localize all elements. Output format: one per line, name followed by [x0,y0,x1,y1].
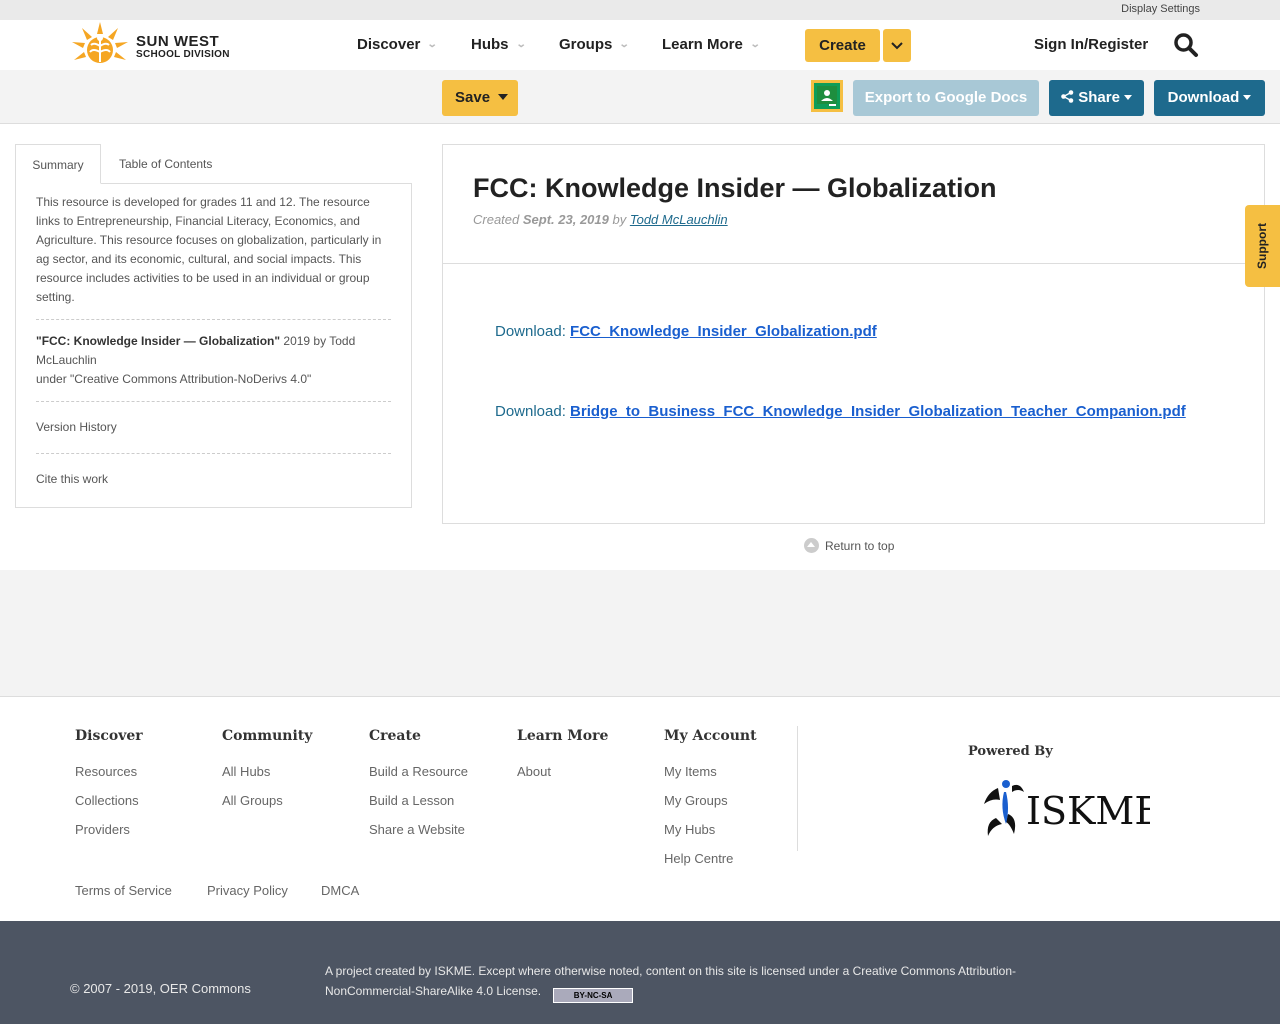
resource-summary: This resource is developed for grades 11… [36,195,382,304]
cite-this-work-link[interactable]: Cite this work [36,466,391,493]
resource-meta: Created Sept. 23, 2019 by Todd McLauchli… [473,212,728,227]
nav-groups[interactable]: Groups ⌄ [559,36,630,53]
license-notice: A project created by ISKME. Except where… [325,961,1065,1003]
resource-content: FCC: Knowledge Insider — Globalization C… [442,144,1265,524]
create-dropdown-button[interactable] [883,29,911,62]
footer-column-create: Create Build a Resource Build a Lesson S… [369,728,468,844]
download-file-link[interactable]: FCC_Knowledge_Insider_Globalization.pdf [570,323,877,340]
attribution: "FCC: Knowledge Insider — Globalization"… [36,332,391,389]
chevron-down-icon: ⌄ [515,39,527,50]
attribution-title: "FCC: Knowledge Insider — Globalization" [36,334,281,348]
share-button[interactable]: Share [1049,80,1144,116]
footer-link-all-groups[interactable]: All Groups [222,786,312,815]
footer-link-collections[interactable]: Collections [75,786,143,815]
footer-link-resources[interactable]: Resources [75,757,143,786]
sign-in-register-link[interactable]: Sign In/Register [1034,36,1148,53]
nav-discover[interactable]: Discover ⌄ [357,36,439,53]
iskme-logo[interactable]: ISKME [978,778,1162,843]
display-settings-link[interactable]: Display Settings [1121,3,1200,15]
version-history-link[interactable]: Version History [36,414,391,441]
footer-link-my-hubs[interactable]: My Hubs [664,815,757,844]
return-to-top-link[interactable]: Return to top [804,538,894,553]
sidebar-tabs: Summary Table of Contents [15,144,412,184]
sidebar-summary-panel: This resource is developed for grades 11… [15,183,412,508]
author-link[interactable]: Todd McLauchlin [630,212,728,227]
footer-link-build-lesson[interactable]: Build a Lesson [369,786,468,815]
terms-of-service-link[interactable]: Terms of Service [75,883,172,898]
resource-toolbar: Save Export to Google Docs Share Downloa… [0,70,1280,124]
powered-by-label: Powered By [968,744,1053,759]
footer-link-share-website[interactable]: Share a Website [369,815,468,844]
footer-heading: Discover [75,728,143,744]
download-line: Download: Bridge_to_Business_FCC_Knowled… [495,403,1186,420]
download-line: Download: FCC_Knowledge_Insider_Globaliz… [495,323,877,340]
dmca-link[interactable]: DMCA [321,883,359,898]
footer-link-my-groups[interactable]: My Groups [664,786,757,815]
download-button[interactable]: Download [1154,80,1265,116]
site-footer: Discover Resources Collections Providers… [0,698,1280,921]
caret-down-icon [1243,95,1252,100]
footer-heading: Community [222,728,313,744]
footer-link-my-items[interactable]: My Items [664,757,757,786]
logo-line2: SCHOOL DIVISION [136,49,230,60]
footer-link-help-centre[interactable]: Help Centre [664,844,757,873]
footer-heading: My Account [664,728,757,744]
page-title: FCC: Knowledge Insider — Globalization [473,173,997,203]
resource-header: FCC: Knowledge Insider — Globalization C… [443,145,1264,264]
caret-down-icon [1123,95,1132,100]
footer-column-discover: Discover Resources Collections Providers [75,728,143,844]
copyright-text: © 2007 - 2019, OER Commons [70,981,251,996]
nav-learn-more[interactable]: Learn More ⌄ [662,36,761,53]
sun-west-logo[interactable]: SUN WEST SCHOOL DIVISION [70,20,240,68]
attribution-license: under "Creative Commons Attribution-NoDe… [36,372,312,386]
footer-heading: Create [369,728,421,744]
chevron-down-icon [891,42,903,50]
footer-link-about[interactable]: About [517,757,608,786]
bottom-bar: © 2007 - 2019, OER Commons A project cre… [0,921,1280,1024]
tab-summary[interactable]: Summary [15,144,101,184]
footer-column-community: Community All Hubs All Groups [222,728,312,815]
nav-hubs[interactable]: Hubs ⌄ [471,36,527,53]
privacy-policy-link[interactable]: Privacy Policy [207,883,288,898]
divider [36,401,391,402]
chevron-down-icon: ⌄ [749,39,761,50]
create-button[interactable]: Create [805,29,880,62]
save-button[interactable]: Save [442,80,518,116]
footer-link-build-resource[interactable]: Build a Resource [369,757,468,786]
footer-heading: Learn More [517,728,609,744]
google-classroom-icon[interactable] [811,80,843,112]
search-icon[interactable] [1173,32,1199,58]
share-icon [1061,90,1074,103]
created-date: Sept. 23, 2019 [522,212,609,227]
footer-column-my-account: My Account My Items My Groups My Hubs He… [664,728,757,873]
site-header: SUN WEST SCHOOL DIVISION Discover ⌄ Hubs ⌄… [0,20,1280,70]
chevron-down-icon: ⌄ [427,39,439,50]
support-tab[interactable]: Support [1245,205,1280,287]
chevron-down-icon: ⌄ [619,39,630,50]
divider [36,319,391,320]
tab-table-of-contents[interactable]: Table of Contents [119,144,212,184]
export-google-docs-button[interactable]: Export to Google Docs [853,80,1039,116]
download-file-link[interactable]: Bridge_to_Business_FCC_Knowledge_Insider… [570,403,1186,420]
arrow-up-icon [804,538,819,553]
logo-line1: SUN WEST [136,33,220,50]
footer-link-providers[interactable]: Providers [75,815,143,844]
footer-link-all-hubs[interactable]: All Hubs [222,757,312,786]
footer-divider [797,726,798,851]
footer-column-learn-more: Learn More About [517,728,608,786]
gray-spacer [0,570,1280,697]
sun-logo-icon [72,22,128,63]
divider [36,453,391,454]
cc-license-badge[interactable]: BY-NC-SA [553,988,634,1003]
utility-bar: Display Settings [0,0,1280,20]
iskme-wordmark: ISKME [1026,789,1150,833]
caret-down-icon [498,94,509,100]
